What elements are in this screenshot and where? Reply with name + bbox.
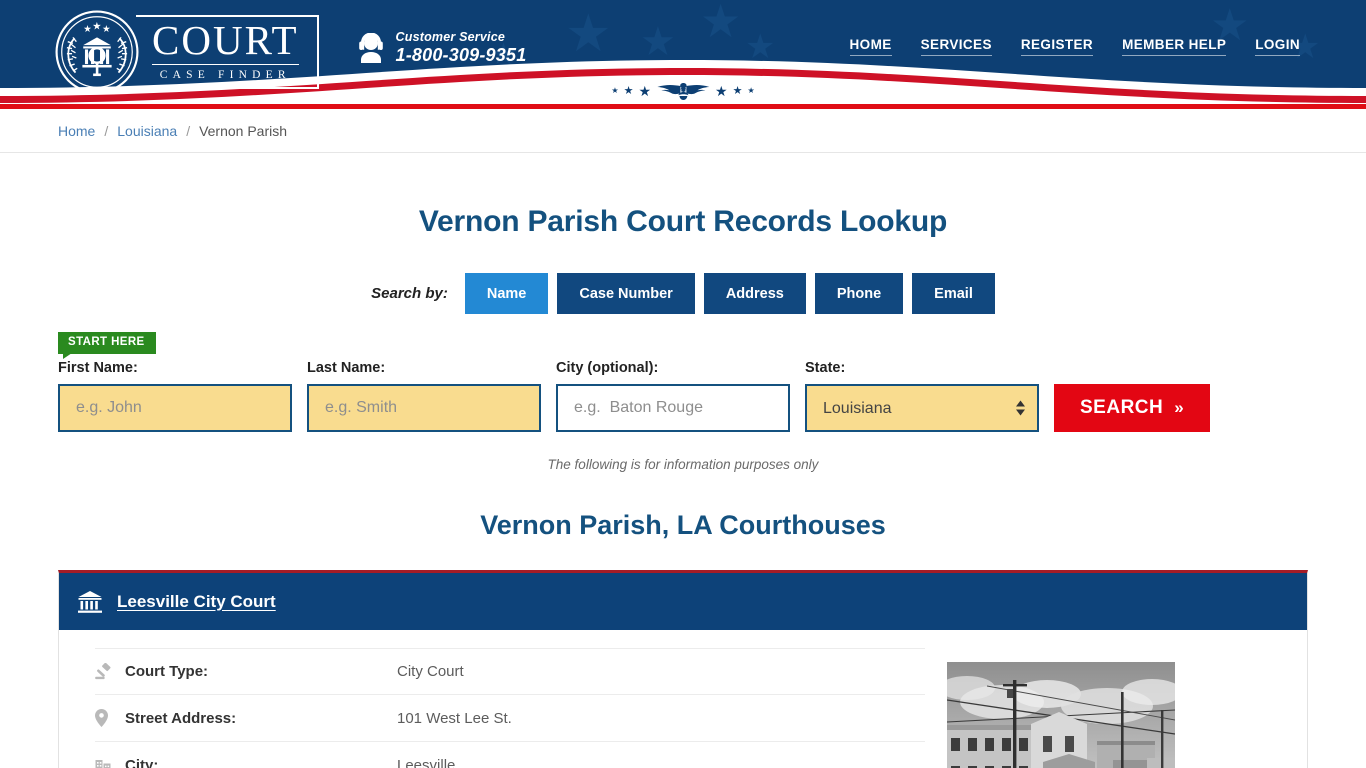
site-header: ★ ★ ★ ★ ★ ★ ★ ★ ★ ★ ★ ★ ★ ★ ★ ★ COURT CA… [0,0,1366,104]
tab-case-number[interactable]: Case Number [557,273,695,314]
info-note: The following is for information purpose… [547,457,819,472]
nav-item-member-help[interactable]: MEMBER HELP [1122,37,1227,56]
svg-text:★: ★ [83,24,91,35]
state-field-group: State: Louisiana [805,360,1039,432]
map-pin-icon [95,709,125,727]
logo-main-text: COURT [152,16,299,63]
tab-email[interactable]: Email [912,273,995,314]
table-row: Street Address: 101 West Lee St. [95,695,925,742]
eagle-icon [657,83,709,100]
customer-service-phone[interactable]: 1-800-309-9351 [396,45,527,66]
court-seal-icon: ★ ★ ★ [55,10,139,94]
court-photo [947,662,1175,768]
leesville-city-court-photo [947,662,1175,768]
court-type-value: City Court [397,663,464,680]
headset-agent-icon [358,33,383,63]
chevron-double-right-icon: » [1174,398,1185,417]
eagle-right-stars: ★ ★ ★ [715,83,755,99]
breadcrumb-item-home[interactable]: Home [58,123,95,139]
eagle-left-stars: ★ ★ ★ [611,83,651,99]
breadcrumb-item-current: Vernon Parish [199,123,288,139]
customer-service-block[interactable]: Customer Service 1-800-309-9351 [357,30,527,66]
city-input[interactable] [556,384,790,432]
search-button-label: SEARCH [1080,397,1164,418]
breadcrumb: Home / Louisiana / Vernon Parish [48,109,1318,153]
court-name-link[interactable]: Leesville City Court [117,592,276,612]
city-label: City (optional): [556,360,659,376]
breadcrumb-separator: / [104,123,109,139]
breadcrumb-item-louisiana[interactable]: Louisiana [117,123,177,139]
main-content: Vernon Parish Court Records Lookup Searc… [48,205,1318,768]
table-row: City: Leesville [95,742,925,768]
state-label: State: [805,360,846,376]
city-value-row: Leesville [397,756,456,768]
search-by-tabs: Search by: Name Case Number Address Phon… [58,273,1308,314]
city-label-row: City: [125,756,159,768]
court-card: Leesville City Court Court Type: City Co… [58,570,1308,768]
court-type-label: Court Type: [125,663,209,680]
tab-address[interactable]: Address [703,273,806,314]
eagle-emblem: ★ ★ ★ ★ ★ ★ [611,80,755,102]
start-here-badge: START HERE [58,332,156,358]
nav-item-services[interactable]: SERVICES [920,37,992,56]
breadcrumb-bar: Home / Louisiana / Vernon Parish [0,109,1366,153]
section-title: Vernon Parish, LA Courthouses [480,510,886,540]
first-name-field-group: First Name: [58,360,292,432]
page-title: Vernon Parish Court Records Lookup [418,205,948,238]
street-address-value: 101 West Lee St. [397,709,512,727]
last-name-field-group: Last Name: [307,360,541,432]
search-form: START HERE First Name: Last Name: City (… [58,332,1308,432]
table-row: Court Type: City Court [95,648,925,695]
customer-service-label: Customer Service [395,30,505,44]
search-by-label: Search by: [371,285,448,302]
nav-item-home[interactable]: HOME [849,37,892,56]
nav-item-register[interactable]: REGISTER [1020,37,1094,56]
last-name-label: Last Name: [307,360,386,376]
search-button[interactable]: SEARCH » [1054,384,1211,432]
first-name-input[interactable] [58,384,292,432]
tab-name[interactable]: Name [464,273,549,314]
last-name-input[interactable] [307,384,541,432]
nav-item-login[interactable]: LOGIN [1255,37,1300,56]
tab-phone[interactable]: Phone [814,273,904,314]
svg-text:★: ★ [92,21,101,33]
first-name-label: First Name: [58,360,138,376]
city-field-group: City (optional): [556,360,790,432]
logo-sub-text: CASE FINDER [152,64,299,81]
main-navigation: HOME SERVICES REGISTER MEMBER HELP LOGIN [849,37,1308,56]
breadcrumb-separator: / [186,123,191,139]
site-logo[interactable]: ★ ★ ★ COURT CASE FINDER [54,9,319,95]
state-select[interactable]: Louisiana [805,384,1039,432]
city-building-icon [95,757,125,768]
court-detail-table: Court Type: City Court Street Address: 1… [95,648,925,768]
logo-wordmark: COURT CASE FINDER [136,15,319,89]
svg-text:★: ★ [102,24,110,35]
street-address-label: Street Address: [125,709,237,727]
bank-courthouse-icon [78,590,102,613]
court-card-header: Leesville City Court [59,573,1307,630]
court-card-body: Court Type: City Court Street Address: 1… [59,630,1307,768]
gavel-icon [95,663,125,680]
